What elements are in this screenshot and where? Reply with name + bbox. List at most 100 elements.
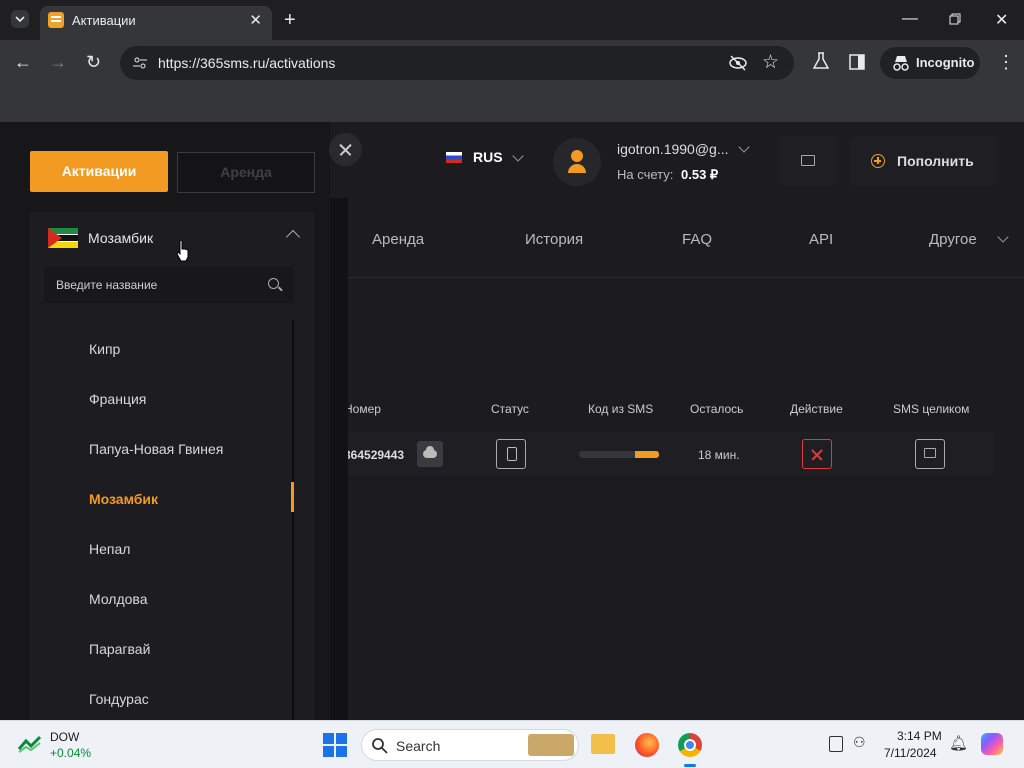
incognito-label: Incognito <box>916 55 975 70</box>
plus-circle-icon <box>871 154 885 168</box>
address-bar[interactable]: https://365sms.ru/activations ☆ <box>120 46 794 80</box>
status-phone-icon[interactable] <box>496 439 526 469</box>
user-avatar[interactable] <box>553 138 601 186</box>
browser-tab[interactable]: Активации ✕ <box>40 6 272 40</box>
full-sms-button[interactable] <box>915 439 945 469</box>
stock-change: +0.04% <box>50 746 92 760</box>
browser-tab-bar: Активации ✕ + — ✕ <box>0 0 1024 40</box>
scrollbar-thumb[interactable] <box>291 482 294 512</box>
cloud-upload-icon[interactable] <box>417 441 443 467</box>
country-item[interactable]: Молдова <box>89 591 148 607</box>
nav-api[interactable]: API <box>809 231 833 248</box>
clock-time[interactable]: 3:14 PM <box>897 729 942 743</box>
country-item[interactable]: Гондурас <box>89 691 149 707</box>
taskbar-search[interactable]: Search <box>361 729 579 761</box>
copilot-icon[interactable] <box>981 733 1003 755</box>
network-status-icon[interactable]: ⚇ <box>853 734 866 751</box>
tab-list-icon[interactable] <box>11 10 29 28</box>
restore-icon[interactable] <box>949 12 961 25</box>
phone-number[interactable]: 364529443 <box>344 448 404 462</box>
sidebar-shadow <box>330 198 348 720</box>
hand-cursor-icon <box>176 239 189 262</box>
page-content: RUS igotron.1990@g... На счету: 0.53 ₽ П… <box>0 122 1024 720</box>
side-panel-icon[interactable] <box>849 54 865 75</box>
col-number: Номер <box>344 402 381 416</box>
new-tab-icon[interactable]: + <box>284 9 296 32</box>
chevron-up-icon[interactable] <box>285 229 301 245</box>
close-sidebar-icon[interactable] <box>329 133 362 166</box>
user-email[interactable]: igotron.1990@g... <box>617 141 729 157</box>
country-search-input[interactable]: Введите название <box>44 267 294 303</box>
windows-start-icon[interactable] <box>323 733 347 762</box>
country-item[interactable]: Папуа-Новая Гвинея <box>89 441 223 457</box>
account-chevron-down-icon[interactable] <box>738 141 750 153</box>
country-item[interactable]: Парагвай <box>89 641 150 657</box>
incognito-icon <box>892 55 910 76</box>
url-text: https://365sms.ru/activations <box>158 55 336 71</box>
search-highlight-image-icon <box>528 734 574 756</box>
nav-other[interactable]: Другое <box>929 231 977 248</box>
clock-date[interactable]: 7/11/2024 <box>884 746 937 760</box>
time-remaining: 18 мин. <box>698 448 740 462</box>
labs-flask-icon[interactable] <box>812 52 830 75</box>
active-app-indicator <box>684 764 696 767</box>
balance-label: На счету: <box>617 167 674 182</box>
col-status: Статус <box>491 402 529 416</box>
topup-button[interactable]: Пополнить <box>849 136 997 186</box>
back-icon[interactable]: ← <box>14 52 32 73</box>
search-icon[interactable] <box>268 278 279 289</box>
site-settings-icon[interactable] <box>132 55 148 76</box>
stock-name[interactable]: DOW <box>50 730 79 744</box>
minimize-icon[interactable]: — <box>902 10 918 28</box>
nav-faq[interactable]: FAQ <box>682 231 712 248</box>
chat-icon <box>801 155 815 166</box>
russia-flag-icon <box>446 152 462 163</box>
country-item[interactable]: Кипр <box>89 341 120 357</box>
col-sms-code: Код из SMS <box>588 402 654 416</box>
balance-value: 0.53 ₽ <box>681 167 719 182</box>
language-selector[interactable]: RUS <box>473 149 503 165</box>
sidebar: Активации Аренда Мозамбик Введите назван… <box>0 122 330 720</box>
window-close-icon[interactable]: ✕ <box>995 10 1008 30</box>
support-chat-button[interactable] <box>779 136 837 186</box>
file-explorer-icon[interactable] <box>591 734 615 754</box>
rent-button[interactable]: Аренда <box>177 152 315 193</box>
country-item[interactable]: Франция <box>89 391 146 407</box>
incognito-indicator[interactable]: Incognito <box>880 47 980 79</box>
sms-wait-progress <box>579 451 659 458</box>
windows-taskbar: DOW +0.04% Search ⚇ 3:14 PM 7/11/2024 🔔︎ <box>0 720 1024 768</box>
bookmark-star-icon[interactable]: ☆ <box>762 51 779 74</box>
tab-close-icon[interactable]: ✕ <box>249 11 262 29</box>
language-chevron-down-icon[interactable] <box>512 150 524 162</box>
search-placeholder: Введите название <box>56 278 158 292</box>
country-item[interactable]: Непал <box>89 541 130 557</box>
country-panel: Мозамбик Введите название Кипр Франция П… <box>30 212 314 720</box>
country-list-scrollbar[interactable] <box>292 320 294 720</box>
browser-toolbar: ← → ↻ https://365sms.ru/activations ☆ In… <box>0 40 1024 86</box>
site-favicon-icon <box>48 12 64 28</box>
activations-button[interactable]: Активации <box>30 151 168 192</box>
menu-dots-icon[interactable]: ⋮ <box>997 52 1015 73</box>
nav-divider <box>348 277 1024 278</box>
device-icon[interactable] <box>829 736 843 752</box>
nav-history[interactable]: История <box>525 231 583 248</box>
firefox-icon[interactable] <box>635 733 659 757</box>
topup-label: Пополнить <box>897 153 974 169</box>
country-item-active[interactable]: Мозамбик <box>89 491 158 507</box>
bookmark-bar <box>0 86 1024 122</box>
forward-icon[interactable]: → <box>49 52 67 73</box>
tab-title: Активации <box>72 13 136 28</box>
message-icon <box>924 448 936 458</box>
notification-bell-icon[interactable]: 🔔︎ <box>949 734 968 752</box>
chrome-icon[interactable] <box>678 733 702 757</box>
search-label: Search <box>396 738 441 754</box>
progress-fill <box>635 451 659 458</box>
search-icon <box>372 738 388 759</box>
nav-other-chevron-down-icon[interactable] <box>997 231 1009 243</box>
col-action: Действие <box>790 402 843 416</box>
nav-rent[interactable]: Аренда <box>372 231 424 248</box>
eye-off-icon[interactable] <box>728 54 748 77</box>
reload-icon[interactable]: ↻ <box>86 52 101 73</box>
stock-chart-icon[interactable] <box>17 735 42 758</box>
cancel-activation-button[interactable] <box>802 439 832 469</box>
